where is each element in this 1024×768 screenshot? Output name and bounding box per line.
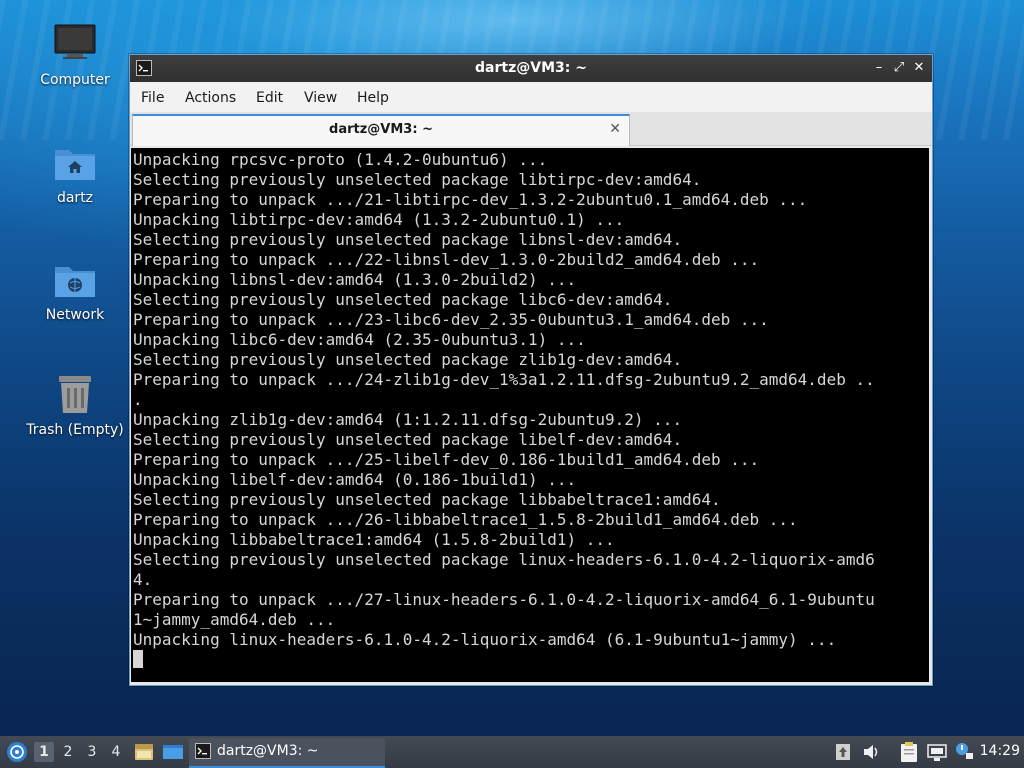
terminal-icon (195, 743, 211, 759)
terminal-line: Unpacking libelf-dev:amd64 (0.186-1build… (133, 470, 577, 489)
trash-icon (53, 372, 97, 416)
workspace-1[interactable]: 1 (34, 742, 54, 762)
workspace-2[interactable]: 2 (58, 742, 78, 762)
menu-help[interactable]: Help (357, 90, 389, 106)
desktop-icon-home-folder[interactable]: dartz (20, 140, 130, 206)
clock[interactable]: 14:29 (980, 743, 1020, 759)
minimize-button[interactable]: – (870, 59, 888, 77)
menu-view[interactable]: View (304, 90, 337, 106)
terminal-line: Unpacking linux-headers-6.1.0-4.2-liquor… (133, 630, 837, 649)
update-notifier-icon[interactable] (834, 736, 852, 768)
taskbar: 1 2 3 4 dartz@VM3: ~ 14:29 (0, 736, 1024, 768)
terminal-text: Unpacking rpcsvc-proto (1.4.2-0ubuntu6) … (131, 148, 929, 670)
desktop-icon-computer[interactable]: Computer (20, 22, 130, 88)
menu-actions[interactable]: Actions (185, 90, 236, 106)
terminal-line: Unpacking zlib1g-dev:amd64 (1:1.2.11.dfs… (133, 410, 683, 429)
home-folder-icon (53, 140, 97, 184)
maximize-button[interactable]: ⤢ (890, 59, 908, 77)
workspace-3[interactable]: 3 (82, 742, 102, 762)
lubuntu-start-icon[interactable] (4, 736, 30, 768)
tab-bar: dartz@VM3: ~ ✕ (130, 112, 932, 146)
tab-terminal[interactable]: dartz@VM3: ~ ✕ (132, 114, 630, 146)
network-folder-icon (53, 257, 97, 301)
menubar: File Actions Edit View Help (130, 82, 932, 112)
menu-file[interactable]: File (141, 90, 164, 106)
desktop-icon-label: Trash (Empty) (26, 422, 124, 438)
taskbar-terminal-label: dartz@VM3: ~ (217, 743, 319, 759)
terminal-line: Selecting previously unselected package … (133, 490, 721, 509)
terminal-line: Preparing to unpack .../25-libelf-dev_0.… (133, 450, 760, 469)
monitor-icon (53, 22, 97, 66)
clipboard-icon[interactable] (898, 736, 920, 768)
desktop: Computer dartz Network Trash (Empty) dar… (0, 0, 1024, 768)
terminal-line: Preparing to unpack .../23-libc6-dev_2.3… (133, 310, 769, 329)
terminal-cursor (133, 650, 143, 668)
terminal-window: dartz@VM3: ~ – ⤢ ✕ File Actions Edit Vie… (129, 54, 933, 686)
terminal-line: Preparing to unpack .../24-zlib1g-dev_1%… (133, 370, 875, 389)
tab-label: dartz@VM3: ~ (329, 122, 433, 137)
terminal-line: Preparing to unpack .../27-linux-headers… (133, 590, 875, 609)
desktop-icon-network[interactable]: Network (20, 257, 130, 323)
notification-icon[interactable] (954, 736, 974, 768)
desktop-icon-label: Computer (40, 72, 110, 88)
close-button[interactable]: ✕ (910, 59, 928, 77)
terminal-line: Selecting previously unselected package … (133, 230, 683, 249)
window-titlebar[interactable]: dartz@VM3: ~ – ⤢ ✕ (130, 55, 932, 82)
terminal-line: Preparing to unpack .../22-libnsl-dev_1.… (133, 250, 760, 269)
terminal-line: Selecting previously unselected package … (133, 430, 683, 449)
terminal-line: Selecting previously unselected package … (133, 170, 702, 189)
show-desktop-icon[interactable] (161, 736, 185, 768)
window-title: dartz@VM3: ~ (475, 60, 587, 76)
terminal-output[interactable]: Unpacking rpcsvc-proto (1.4.2-0ubuntu6) … (131, 148, 929, 682)
terminal-line: Selecting previously unselected package … (133, 550, 875, 569)
terminal-line: Preparing to unpack .../21-libtirpc-dev_… (133, 190, 808, 209)
terminal-line: Selecting previously unselected package … (133, 290, 673, 309)
terminal-line: Unpacking rpcsvc-proto (1.4.2-0ubuntu6) … (133, 150, 548, 169)
file-manager-icon[interactable] (133, 736, 155, 768)
desktop-icon-label: Network (45, 307, 105, 323)
terminal-line: Unpacking libbabeltrace1:amd64 (1.5.8-2b… (133, 530, 615, 549)
desktop-icon-label: dartz (56, 190, 94, 206)
terminal-line: 1~jammy_amd64.deb ... (133, 610, 336, 629)
terminal-line: Selecting previously unselected package … (133, 350, 683, 369)
tab-close-button[interactable]: ✕ (609, 121, 621, 137)
menu-edit[interactable]: Edit (256, 90, 283, 106)
desktop-icon-trash[interactable]: Trash (Empty) (20, 372, 130, 438)
terminal-line: Unpacking libtirpc-dev:amd64 (1.3.2-2ubu… (133, 210, 625, 229)
terminal-line: 4. (133, 570, 153, 589)
terminal-line: . (133, 390, 143, 409)
taskbar-terminal-button[interactable]: dartz@VM3: ~ (189, 738, 385, 768)
terminal-line: Unpacking libc6-dev:amd64 (2.35-0ubuntu3… (133, 330, 586, 349)
workspace-4[interactable]: 4 (106, 742, 126, 762)
volume-icon[interactable] (862, 736, 882, 768)
network-icon[interactable] (926, 736, 948, 768)
terminal-line: Preparing to unpack .../26-libbabeltrace… (133, 510, 798, 529)
terminal-line: Unpacking libnsl-dev:amd64 (1.3.0-2build… (133, 270, 577, 289)
